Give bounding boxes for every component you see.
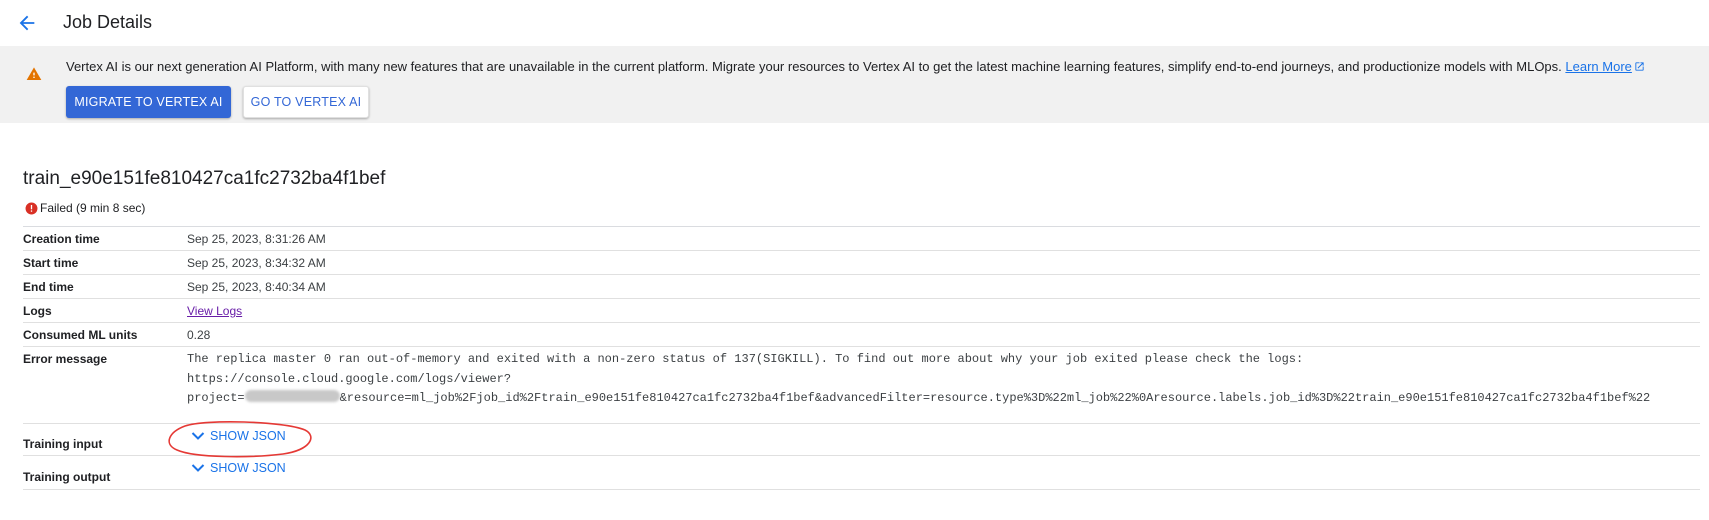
creation-time-label: Creation time — [23, 232, 100, 246]
chevron-down-icon — [191, 432, 205, 440]
header-bar: Job Details — [0, 0, 1709, 46]
error-message-value: The replica master 0 ran out-of-memory a… — [187, 350, 1697, 409]
detail-row-start-time: Start time Sep 25, 2023, 8:34:32 AM — [23, 251, 1700, 275]
error-message-line: The replica master 0 ran out-of-memory a… — [187, 352, 1304, 366]
migration-banner: Vertex AI is our next generation AI Plat… — [0, 46, 1709, 123]
job-name: train_e90e151fe810427ca1fc2732ba4f1bef — [23, 168, 386, 189]
go-to-vertex-ai-button[interactable]: GO TO VERTEX AI — [243, 86, 369, 118]
creation-time-value: Sep 25, 2023, 8:31:26 AM — [187, 232, 326, 246]
redacted-project-id — [244, 390, 340, 402]
end-time-value: Sep 25, 2023, 8:40:34 AM — [187, 280, 326, 294]
detail-row-error-message: Error message The replica master 0 ran o… — [23, 347, 1700, 424]
external-link-icon — [1634, 60, 1645, 71]
chevron-down-icon — [191, 464, 205, 472]
view-logs-link[interactable]: View Logs — [187, 304, 242, 318]
training-output-label: Training output — [23, 470, 111, 484]
training-input-show-json-button[interactable]: SHOW JSON — [187, 429, 286, 443]
detail-row-training-output: Training output SHOW JSON — [23, 456, 1700, 490]
error-icon — [25, 202, 38, 214]
back-arrow-icon[interactable] — [16, 12, 38, 34]
start-time-value: Sep 25, 2023, 8:34:32 AM — [187, 256, 326, 270]
learn-more-link[interactable]: Learn More — [1565, 59, 1644, 74]
consumed-ml-units-value: 0.28 — [187, 328, 211, 342]
start-time-label: Start time — [23, 256, 79, 270]
detail-row-end-time: End time Sep 25, 2023, 8:40:34 AM — [23, 275, 1700, 299]
status-badge: Failed (9 min 8 sec) — [25, 201, 145, 215]
error-message-url: https://console.cloud.google.com/logs/vi… — [187, 371, 512, 386]
banner-text: Vertex AI is our next generation AI Plat… — [66, 59, 1562, 74]
end-time-label: End time — [23, 280, 74, 294]
consumed-ml-units-label: Consumed ML units — [23, 328, 138, 342]
detail-row-creation-time: Creation time Sep 25, 2023, 8:31:26 AM — [23, 227, 1700, 251]
training-output-show-json-button[interactable]: SHOW JSON — [187, 461, 286, 475]
page-title: Job Details — [63, 12, 153, 32]
error-message-label: Error message — [23, 352, 108, 366]
job-details-table: Creation time Sep 25, 2023, 8:31:26 AM S… — [23, 226, 1700, 490]
training-input-label: Training input — [23, 437, 103, 451]
detail-row-logs: Logs View Logs — [23, 299, 1700, 323]
detail-row-training-input: Training input SHOW JSON — [23, 424, 1700, 456]
status-text: Failed (9 min 8 sec) — [40, 201, 146, 215]
detail-row-consumed-ml-units: Consumed ML units 0.28 — [23, 323, 1700, 347]
warning-icon — [26, 66, 42, 82]
migrate-to-vertex-ai-button[interactable]: MIGRATE TO VERTEX AI — [66, 86, 231, 118]
logs-label: Logs — [23, 304, 52, 318]
error-message-query: project= &resource=ml_job%2Fjob_id%2Ftrai… — [187, 390, 1651, 405]
banner-message: Vertex AI is our next generation AI Plat… — [66, 59, 1645, 74]
